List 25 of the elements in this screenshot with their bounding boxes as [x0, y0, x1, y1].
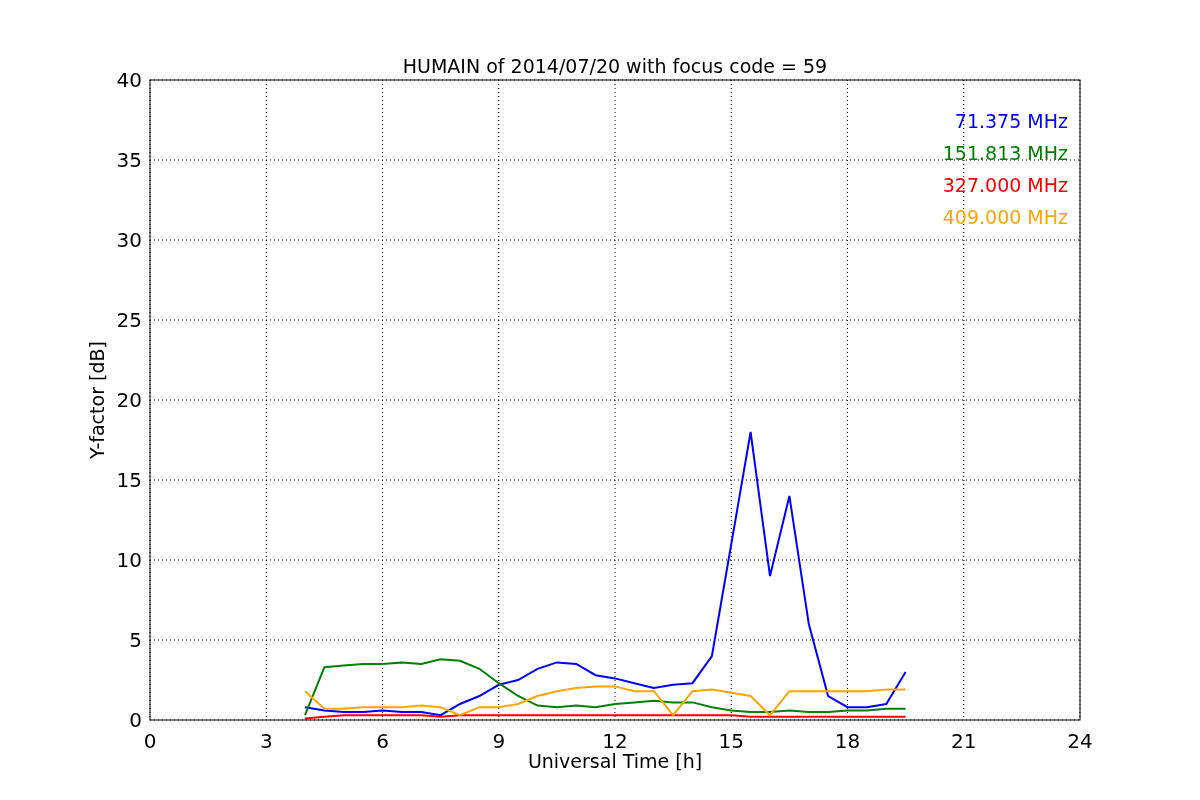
chart-title: HUMAIN of 2014/07/20 with focus code = 59 — [402, 55, 828, 77]
x-tick-label: 24 — [1067, 729, 1093, 753]
x-tick-label: 9 — [492, 729, 506, 753]
y-tick-label: 25 — [116, 308, 142, 332]
y-tick-label: 10 — [116, 548, 142, 572]
legend-label: 151.813 MHz — [942, 142, 1068, 164]
y-tick-label: 5 — [129, 628, 142, 652]
legend-label: 327.000 MHz — [942, 174, 1068, 196]
y-tick-label: 35 — [116, 148, 142, 172]
x-axis-label: Universal Time [h] — [527, 750, 703, 772]
x-tick-label: 3 — [259, 729, 273, 753]
y-tick-label: 40 — [116, 68, 142, 92]
x-tick-label: 21 — [951, 729, 977, 753]
x-tick-label: 0 — [143, 729, 157, 753]
x-tick-label: 15 — [718, 729, 744, 753]
x-tick-label: 12 — [602, 729, 628, 753]
y-tick-label: 30 — [116, 228, 142, 252]
y-tick-label: 20 — [116, 388, 142, 412]
y-axis-label: Y-factor [dB] — [86, 341, 108, 459]
legend-label: 409.000 MHz — [942, 206, 1068, 228]
x-tick-label: 6 — [376, 729, 389, 753]
x-tick-label: 18 — [834, 729, 861, 753]
y-tick-label: 0 — [129, 708, 142, 732]
y-tick-label: 15 — [116, 468, 142, 492]
legend-label: 71.375 MHz — [954, 110, 1068, 132]
